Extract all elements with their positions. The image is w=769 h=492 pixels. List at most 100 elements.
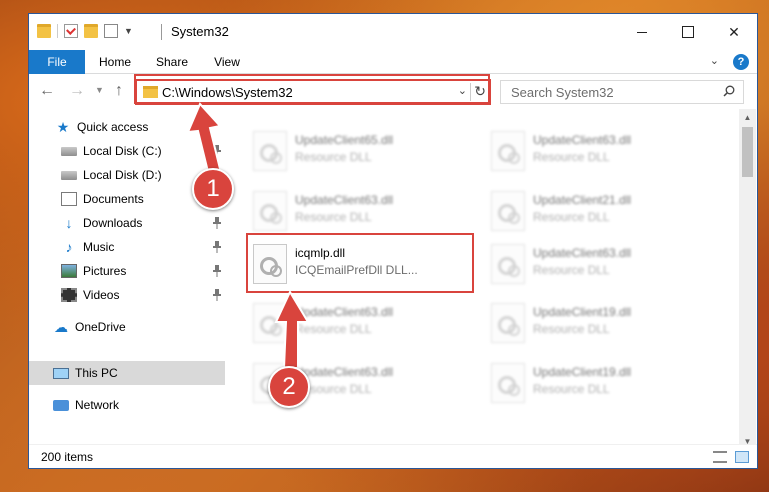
file-description: ICQEmailPrefDll DLL...	[295, 263, 418, 277]
refresh-icon[interactable]: ↻	[474, 83, 486, 100]
sidebar-item-local-disk-c[interactable]: Local Disk (C:)	[29, 139, 225, 163]
sidebar-item-label: Music	[83, 240, 115, 254]
onedrive-icon: ☁	[54, 319, 68, 335]
this-pc-icon	[53, 367, 69, 379]
tab-file[interactable]: File	[29, 50, 85, 74]
rename-icon[interactable]	[104, 24, 118, 38]
sidebar-item-label: Pictures	[83, 264, 127, 278]
file-item[interactable]: UpdateClient63.dll Resource DLL	[485, 125, 715, 177]
file-item[interactable]: UpdateClient21.dll Resource DLL	[485, 185, 715, 237]
pin-icon[interactable]	[213, 217, 221, 229]
file-item[interactable]: UpdateClient63.dll Resource DLL	[485, 238, 715, 290]
properties-icon[interactable]	[64, 24, 78, 38]
network-icon	[53, 399, 69, 411]
file-name: UpdateClient63.dll	[295, 305, 394, 319]
music-icon: ♪	[65, 239, 73, 255]
quick-access-toolbar: ▼	[37, 24, 133, 38]
sidebar-item-label: Network	[75, 398, 120, 412]
sidebar-item-downloads[interactable]: ↓ Downloads	[29, 211, 225, 235]
sidebar-item-label: Local Disk (C:)	[83, 144, 162, 158]
dll-file-icon	[253, 131, 287, 171]
star-icon: ★	[56, 119, 70, 135]
file-description: Resource DLL	[295, 322, 372, 336]
scroll-thumb[interactable]	[742, 127, 753, 177]
download-icon: ↓	[65, 215, 73, 231]
file-description: Resource DLL	[295, 150, 372, 164]
large-icons-view-icon[interactable]	[735, 451, 749, 463]
file-description: Resource DLL	[533, 382, 610, 396]
tab-share[interactable]: Share	[149, 50, 195, 74]
search-icon[interactable]	[723, 85, 735, 97]
pin-icon[interactable]	[213, 265, 221, 277]
sidebar-item-documents[interactable]: Documents	[29, 187, 225, 211]
back-arrow-icon[interactable]: ←	[39, 82, 55, 100]
sidebar-item-onedrive[interactable]: ☁ OneDrive	[29, 315, 225, 339]
help-icon[interactable]: ?	[733, 54, 749, 70]
file-name: UpdateClient63.dll	[295, 193, 394, 207]
sidebar-item-videos[interactable]: Videos	[29, 283, 225, 307]
file-item[interactable]: UpdateClient19.dll Resource DLL	[485, 297, 715, 349]
pin-icon[interactable]	[213, 169, 221, 181]
file-name: icqmlp.dll	[295, 246, 346, 260]
minimize-button[interactable]	[619, 14, 665, 50]
file-item[interactable]: UpdateClient63.dll Resource DLL	[247, 357, 477, 409]
search-input[interactable]: Search System32	[511, 85, 614, 100]
expand-ribbon-chevron-icon[interactable]: ⌄	[710, 54, 719, 67]
file-item[interactable]: UpdateClient63.dll Resource DLL	[247, 185, 477, 237]
vertical-scrollbar[interactable]: ▲ ▼	[739, 109, 756, 451]
drive-icon	[61, 170, 77, 180]
drive-icon	[61, 146, 77, 156]
tab-home[interactable]: Home	[91, 50, 139, 74]
file-name: UpdateClient21.dll	[533, 193, 632, 207]
search-box[interactable]: Search System32	[500, 80, 744, 104]
pin-icon[interactable]	[213, 193, 221, 205]
sidebar-item-label: OneDrive	[75, 320, 126, 334]
pin-icon[interactable]	[213, 289, 221, 301]
up-arrow-icon[interactable]: ↑	[115, 82, 123, 100]
file-list: UpdateClient65.dll Resource DLL UpdateCl…	[225, 109, 739, 451]
file-item-icqmlp[interactable]: icqmlp.dll ICQEmailPrefDll DLL...	[247, 238, 477, 290]
file-item[interactable]: UpdateClient65.dll Resource DLL	[247, 125, 477, 177]
dll-file-icon	[491, 191, 525, 231]
sidebar-item-quick-access[interactable]: ★ Quick access	[29, 115, 225, 139]
file-description: Resource DLL	[295, 210, 372, 224]
maximize-button[interactable]	[665, 14, 711, 50]
customize-toolbar-chevron-icon[interactable]: ▼	[124, 26, 133, 36]
dll-file-icon	[253, 191, 287, 231]
sidebar-item-label: Documents	[83, 192, 144, 206]
file-description: Resource DLL	[533, 263, 610, 277]
details-view-icon[interactable]	[713, 451, 727, 463]
sidebar-item-music[interactable]: ♪ Music	[29, 235, 225, 259]
new-folder-icon[interactable]	[84, 24, 98, 38]
status-bar: 200 items	[29, 444, 757, 468]
pictures-icon	[61, 264, 77, 278]
file-item[interactable]: UpdateClient63.dll Resource DLL	[247, 297, 477, 349]
dll-file-icon	[491, 363, 525, 403]
scroll-up-icon[interactable]: ▲	[739, 111, 756, 125]
dll-file-icon	[491, 131, 525, 171]
file-item[interactable]: UpdateClient19.dll Resource DLL	[485, 357, 715, 409]
folder-icon[interactable]	[37, 24, 51, 38]
address-bar[interactable]: C:\Windows\System32 ⌄ ↻	[135, 79, 491, 105]
window-title: System32	[171, 24, 229, 39]
file-description: Resource DLL	[533, 322, 610, 336]
sidebar-item-label: Videos	[83, 288, 120, 302]
sidebar-item-label: Downloads	[83, 216, 143, 230]
recent-locations-chevron-icon[interactable]: ▼	[95, 85, 104, 95]
title-bar: ▼ System32 ✕	[29, 14, 757, 50]
address-path[interactable]: C:\Windows\System32	[162, 85, 293, 100]
sidebar-item-pictures[interactable]: Pictures	[29, 259, 225, 283]
dll-file-icon	[253, 303, 287, 343]
sidebar-item-local-disk-d[interactable]: Local Disk (D:)	[29, 163, 225, 187]
sidebar-item-label: Local Disk (D:)	[83, 168, 162, 182]
pin-icon[interactable]	[213, 241, 221, 253]
forward-arrow-icon[interactable]: →	[69, 82, 85, 100]
address-history-chevron-icon[interactable]: ⌄	[458, 84, 467, 97]
pin-icon[interactable]	[213, 145, 221, 157]
file-name: UpdateClient19.dll	[533, 305, 632, 319]
tab-view[interactable]: View	[207, 50, 247, 74]
sidebar-item-network[interactable]: Network	[29, 393, 225, 417]
close-button[interactable]: ✕	[711, 14, 757, 50]
dll-file-icon	[253, 363, 287, 403]
sidebar-item-this-pc[interactable]: This PC	[29, 361, 225, 385]
